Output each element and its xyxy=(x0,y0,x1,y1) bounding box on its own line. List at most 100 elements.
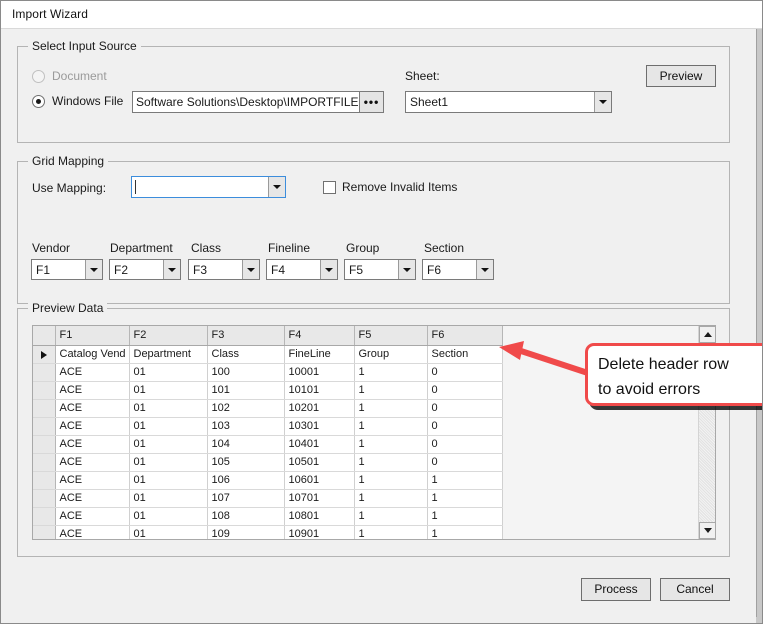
cancel-button[interactable]: Cancel xyxy=(660,578,730,601)
table-cell[interactable]: 100 xyxy=(207,363,285,382)
table-cell[interactable]: 102 xyxy=(207,399,285,418)
row-header-cell[interactable] xyxy=(33,453,56,472)
scroll-down-button[interactable] xyxy=(699,522,716,539)
table-cell[interactable]: 10301 xyxy=(284,417,355,436)
table-cell[interactable]: Department xyxy=(129,345,208,364)
table-cell[interactable]: 0 xyxy=(427,363,503,382)
table-cell[interactable]: 10501 xyxy=(284,453,355,472)
table-cell[interactable]: 01 xyxy=(129,399,208,418)
table-cell[interactable]: 1 xyxy=(354,417,428,436)
column-header-f4[interactable]: F4 xyxy=(284,326,355,346)
table-row[interactable]: ACE 01 107 10701 1 1 xyxy=(33,489,700,508)
table-cell[interactable]: 1 xyxy=(354,507,428,526)
table-cell[interactable]: 10201 xyxy=(284,399,355,418)
map-combobox-section[interactable]: F6 xyxy=(422,259,494,280)
table-cell[interactable]: 01 xyxy=(129,363,208,382)
table-cell[interactable]: ACE xyxy=(55,417,130,436)
table-cell[interactable]: 1 xyxy=(427,507,503,526)
table-cell[interactable]: 01 xyxy=(129,525,208,539)
table-cell[interactable]: 1 xyxy=(354,435,428,454)
preview-button[interactable]: Preview xyxy=(646,65,716,87)
row-header-cell[interactable] xyxy=(33,525,56,539)
chevron-down-icon[interactable] xyxy=(163,260,180,279)
table-cell[interactable]: 103 xyxy=(207,417,285,436)
row-header-cell[interactable] xyxy=(33,507,56,526)
chevron-down-icon[interactable] xyxy=(594,92,611,112)
column-header-f6[interactable]: F6 xyxy=(427,326,503,346)
chevron-down-icon[interactable] xyxy=(85,260,102,279)
table-row[interactable]: ACE 01 105 10501 1 0 xyxy=(33,453,700,472)
map-combobox-department[interactable]: F2 xyxy=(109,259,181,280)
table-cell[interactable]: 1 xyxy=(427,489,503,508)
table-cell[interactable]: 0 xyxy=(427,453,503,472)
table-cell[interactable]: Group xyxy=(354,345,428,364)
table-cell[interactable]: 0 xyxy=(427,381,503,400)
sheet-combobox[interactable]: Sheet1 xyxy=(405,91,612,113)
table-cell[interactable]: 104 xyxy=(207,435,285,454)
table-cell[interactable]: ACE xyxy=(55,453,130,472)
map-combobox-group[interactable]: F5 xyxy=(344,259,416,280)
table-cell[interactable]: ACE xyxy=(55,471,130,490)
table-cell[interactable]: 109 xyxy=(207,525,285,539)
chevron-down-icon[interactable] xyxy=(268,177,285,197)
map-combobox-fineline[interactable]: F4 xyxy=(266,259,338,280)
column-header-f3[interactable]: F3 xyxy=(207,326,285,346)
chevron-down-icon[interactable] xyxy=(398,260,415,279)
table-cell[interactable]: 1 xyxy=(354,453,428,472)
table-row[interactable]: ACE 01 106 10601 1 1 xyxy=(33,471,700,490)
table-row[interactable]: ACE 01 109 10901 1 1 xyxy=(33,525,700,539)
table-cell[interactable]: ACE xyxy=(55,381,130,400)
table-cell[interactable]: 10801 xyxy=(284,507,355,526)
process-button[interactable]: Process xyxy=(581,578,651,601)
table-cell[interactable]: 1 xyxy=(427,525,503,539)
map-combobox-class[interactable]: F3 xyxy=(188,259,260,280)
row-header-cell[interactable] xyxy=(33,399,56,418)
table-row[interactable]: ACE 01 104 10401 1 0 xyxy=(33,435,700,454)
table-cell[interactable]: 10601 xyxy=(284,471,355,490)
row-header-cell[interactable] xyxy=(33,363,56,382)
table-cell[interactable]: 10001 xyxy=(284,363,355,382)
table-cell[interactable]: 106 xyxy=(207,471,285,490)
radio-document[interactable] xyxy=(32,70,45,83)
column-header-f2[interactable]: F2 xyxy=(129,326,208,346)
table-cell[interactable]: ACE xyxy=(55,363,130,382)
row-header-cell[interactable] xyxy=(33,435,56,454)
chevron-down-icon[interactable] xyxy=(242,260,259,279)
table-cell[interactable]: 01 xyxy=(129,471,208,490)
radio-windows-file[interactable] xyxy=(32,95,45,108)
row-header-cell[interactable] xyxy=(33,381,56,400)
use-mapping-combobox[interactable] xyxy=(131,176,286,198)
table-cell[interactable]: Section xyxy=(427,345,503,364)
row-header-cell[interactable] xyxy=(33,345,56,364)
table-cell[interactable]: 10701 xyxy=(284,489,355,508)
row-header-cell[interactable] xyxy=(33,471,56,490)
table-cell[interactable]: 1 xyxy=(427,471,503,490)
table-cell[interactable]: 0 xyxy=(427,417,503,436)
table-cell[interactable]: 01 xyxy=(129,507,208,526)
table-cell[interactable]: ACE xyxy=(55,489,130,508)
table-row[interactable]: ACE 01 108 10801 1 1 xyxy=(33,507,700,526)
table-cell[interactable]: ACE xyxy=(55,399,130,418)
table-cell[interactable]: ACE xyxy=(55,507,130,526)
column-header-f5[interactable]: F5 xyxy=(354,326,428,346)
table-cell[interactable]: 10901 xyxy=(284,525,355,539)
table-row[interactable]: ACE 01 103 10301 1 0 xyxy=(33,417,700,436)
row-header-cell[interactable] xyxy=(33,417,56,436)
map-combobox-vendor[interactable]: F1 xyxy=(31,259,103,280)
table-cell[interactable]: 10401 xyxy=(284,435,355,454)
table-cell[interactable]: FineLine xyxy=(284,345,355,364)
table-cell[interactable]: 105 xyxy=(207,453,285,472)
chevron-down-icon[interactable] xyxy=(476,260,493,279)
remove-invalid-items-checkbox[interactable] xyxy=(323,181,336,194)
table-cell[interactable]: 1 xyxy=(354,489,428,508)
browse-file-button[interactable]: ••• xyxy=(360,91,384,113)
table-cell[interactable]: ACE xyxy=(55,435,130,454)
table-cell[interactable]: 1 xyxy=(354,381,428,400)
table-cell[interactable]: 01 xyxy=(129,417,208,436)
table-cell[interactable]: 1 xyxy=(354,525,428,539)
table-cell[interactable]: 1 xyxy=(354,399,428,418)
table-cell[interactable]: 1 xyxy=(354,363,428,382)
column-header-f1[interactable]: F1 xyxy=(55,326,130,346)
row-header-cell[interactable] xyxy=(33,489,56,508)
table-cell[interactable]: 107 xyxy=(207,489,285,508)
